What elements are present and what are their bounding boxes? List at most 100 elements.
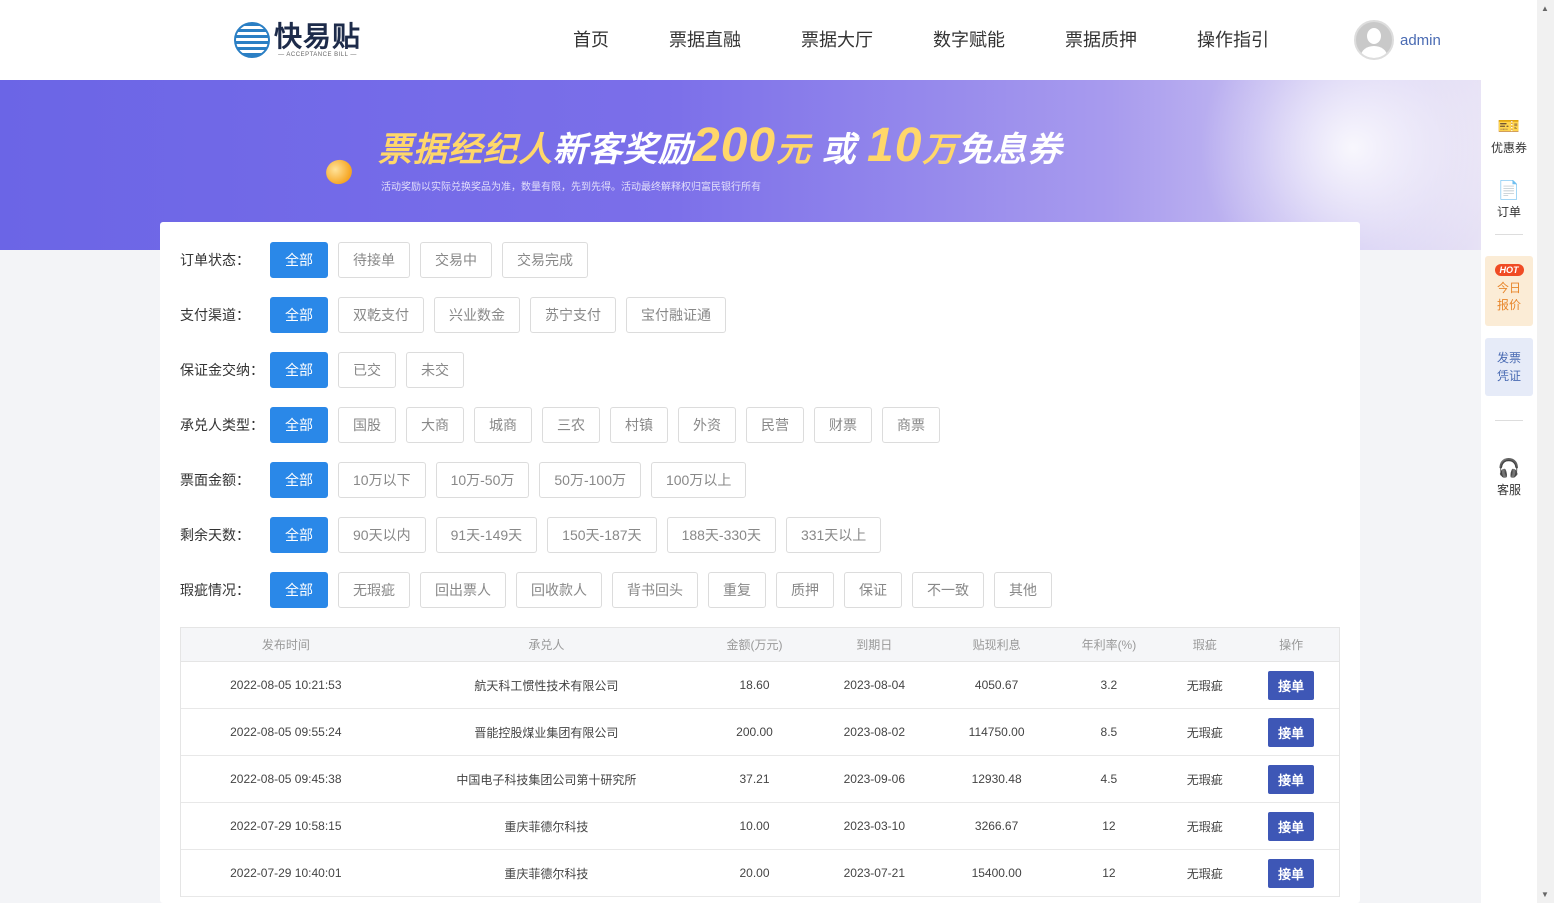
filter-option[interactable]: 交易中 xyxy=(420,242,492,278)
filter-option[interactable]: 10万以下 xyxy=(338,462,426,498)
filter-option[interactable]: 10万-50万 xyxy=(435,462,530,498)
filter-option[interactable]: 全部 xyxy=(270,517,328,553)
banner-title: 票据经纪人新客奖励200元 或 10万免息券 xyxy=(378,119,1063,172)
logo-text: 快易贴 xyxy=(274,21,362,52)
filter-option[interactable]: 未交 xyxy=(406,352,464,388)
filter-option[interactable]: 全部 xyxy=(270,242,328,278)
scrollbar[interactable]: ▲ ▼ xyxy=(1537,0,1554,903)
cell-defect: 无瑕疵 xyxy=(1186,866,1223,881)
column-header: 操作 xyxy=(1279,638,1304,652)
avatar[interactable] xyxy=(1354,20,1394,60)
filter-option[interactable]: 90天以内 xyxy=(338,517,426,553)
nav-guide[interactable]: 操作指引 xyxy=(1197,0,1269,80)
cell-amount: 37.21 xyxy=(739,772,770,786)
table-row: 2022-08-05 09:55:24 晋能控股煤业集团有限公司 200.00 … xyxy=(181,709,1339,756)
filter-option[interactable]: 回出票人 xyxy=(420,572,506,608)
cell-rate: 4.5 xyxy=(1100,772,1118,786)
filter-option[interactable]: 双乾支付 xyxy=(338,297,424,333)
nav-home[interactable]: 首页 xyxy=(573,0,609,80)
filter-option[interactable]: 331天以上 xyxy=(785,517,882,553)
filter-option[interactable]: 无瑕疵 xyxy=(338,572,410,608)
cell-acceptor: 航天科工惯性技术有限公司 xyxy=(474,678,619,693)
filter-option[interactable]: 国股 xyxy=(338,407,396,443)
filter-option[interactable]: 财票 xyxy=(814,407,872,443)
customer-service-button[interactable]: 🎧 客服 xyxy=(1481,458,1537,498)
filter-option[interactable]: 100万以上 xyxy=(650,462,747,498)
filter-option[interactable]: 150天-187天 xyxy=(547,517,657,553)
filter-option[interactable]: 188天-330天 xyxy=(666,517,776,553)
filter-option[interactable]: 其他 xyxy=(994,572,1052,608)
filter-option[interactable]: 不一致 xyxy=(912,572,984,608)
table-header: 发布时间 承兑人 金额(万元) 到期日 贴现利息 年利率(%) 瑕疵 操作 xyxy=(181,628,1339,662)
filter-option[interactable]: 全部 xyxy=(270,572,328,608)
filter-option[interactable]: 全部 xyxy=(270,407,328,443)
invoice-button[interactable]: 发票 凭证 xyxy=(1485,338,1533,396)
accept-order-button[interactable]: 接单 xyxy=(1268,670,1315,700)
globe-icon xyxy=(234,22,270,58)
logo-subtext: — ACCEPTANCE BILL — xyxy=(278,52,357,58)
filter-option[interactable]: 保证 xyxy=(844,572,902,608)
filter-option[interactable]: 商票 xyxy=(882,407,940,443)
nav-pledge[interactable]: 票据质押 xyxy=(1065,0,1137,80)
filter-option[interactable]: 质押 xyxy=(776,572,834,608)
filter-option[interactable]: 全部 xyxy=(270,352,328,388)
cell-acceptor: 中国电子科技集团公司第十研究所 xyxy=(456,772,637,787)
filter-option[interactable]: 背书回头 xyxy=(612,572,698,608)
cell-defect: 无瑕疵 xyxy=(1186,725,1223,740)
scroll-down-icon[interactable]: ▼ xyxy=(1541,890,1549,899)
filter-deposit: 保证金交纳： 全部 已交 未交 xyxy=(180,352,474,388)
order-button[interactable]: 📄 订单 xyxy=(1481,180,1537,220)
accept-order-button[interactable]: 接单 xyxy=(1268,717,1315,747)
filter-option[interactable]: 回收款人 xyxy=(516,572,602,608)
top-header: 快易贴 — ACCEPTANCE BILL — 首页 票据直融 票据大厅 数字赋… xyxy=(0,0,1537,80)
column-header: 瑕疵 xyxy=(1192,638,1217,652)
divider xyxy=(1495,420,1523,421)
headset-icon: 🎧 xyxy=(1497,458,1521,478)
filter-label: 承兑人类型： xyxy=(180,417,264,433)
column-header: 年利率(%) xyxy=(1081,638,1137,652)
filter-option[interactable]: 已交 xyxy=(338,352,396,388)
coupon-button[interactable]: 🎫 优惠券 xyxy=(1481,116,1537,156)
filter-option[interactable]: 宝付融证通 xyxy=(626,297,726,333)
cell-due-date: 2023-08-02 xyxy=(843,725,905,739)
filter-option[interactable]: 91天-149天 xyxy=(435,517,538,553)
table-row: 2022-07-29 10:58:15 重庆菲德尔科技 10.00 2023-0… xyxy=(181,803,1339,850)
filter-option[interactable]: 城商 xyxy=(474,407,532,443)
filter-option[interactable]: 全部 xyxy=(270,462,328,498)
filter-option[interactable]: 全部 xyxy=(270,297,328,333)
accept-order-button[interactable]: 接单 xyxy=(1268,858,1315,888)
site-logo[interactable]: 快易贴 — ACCEPTANCE BILL — xyxy=(234,20,361,60)
user-menu[interactable]: admin xyxy=(1354,20,1441,60)
nav-digital[interactable]: 数字赋能 xyxy=(933,0,1005,80)
nav-direct-finance[interactable]: 票据直融 xyxy=(669,0,741,80)
filter-option[interactable]: 民营 xyxy=(746,407,804,443)
filter-option[interactable]: 大商 xyxy=(406,407,464,443)
today-quote-button[interactable]: HOT 今日 报价 xyxy=(1485,256,1533,326)
cell-interest: 4050.67 xyxy=(974,678,1019,692)
filter-option[interactable]: 三农 xyxy=(542,407,600,443)
filter-acceptor-type: 承兑人类型： 全部 国股 大商 城商 三农 村镇 外资 民营 财票 商票 xyxy=(180,407,950,443)
filter-option[interactable]: 交易完成 xyxy=(502,242,588,278)
cell-acceptor: 重庆菲德尔科技 xyxy=(504,866,589,881)
accept-order-button[interactable]: 接单 xyxy=(1268,764,1315,794)
table-row: 2022-08-05 09:45:38 中国电子科技集团公司第十研究所 37.2… xyxy=(181,756,1339,803)
filter-option[interactable]: 苏宁支付 xyxy=(530,297,616,333)
column-header: 到期日 xyxy=(856,638,893,652)
accept-order-button[interactable]: 接单 xyxy=(1268,811,1315,841)
filter-option[interactable]: 兴业数金 xyxy=(434,297,520,333)
scroll-up-icon[interactable]: ▲ xyxy=(1541,4,1549,13)
cell-rate: 8.5 xyxy=(1100,725,1118,739)
filter-option[interactable]: 待接单 xyxy=(338,242,410,278)
cell-interest: 3266.67 xyxy=(974,819,1019,833)
filter-option[interactable]: 外资 xyxy=(678,407,736,443)
filter-option[interactable]: 50万-100万 xyxy=(539,462,641,498)
filter-option[interactable]: 村镇 xyxy=(610,407,668,443)
filter-option[interactable]: 重复 xyxy=(708,572,766,608)
coin-icon xyxy=(322,156,356,188)
user-name[interactable]: admin xyxy=(1400,32,1441,49)
column-header: 承兑人 xyxy=(528,638,565,652)
cell-publish-time: 2022-07-29 10:40:01 xyxy=(230,866,342,880)
divider xyxy=(1495,234,1523,235)
main-nav: 首页 票据直融 票据大厅 数字赋能 票据质押 操作指引 xyxy=(540,0,1269,80)
nav-bill-hall[interactable]: 票据大厅 xyxy=(801,0,873,80)
